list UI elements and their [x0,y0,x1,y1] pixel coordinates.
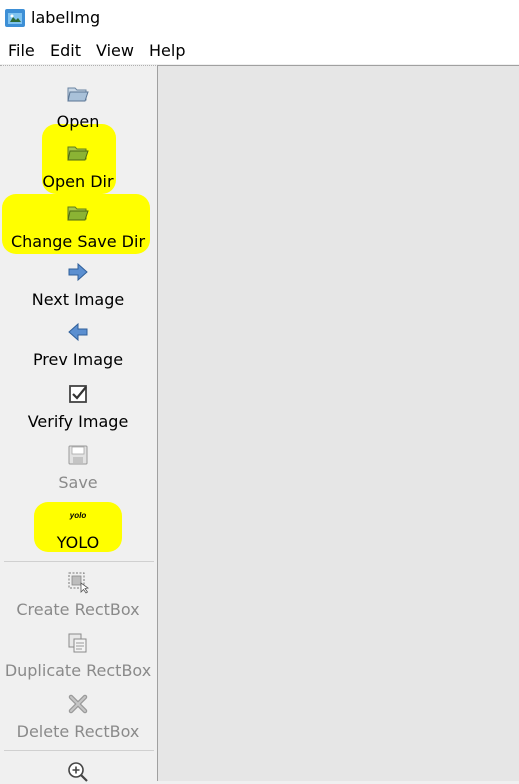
folder-icon [67,146,89,161]
zoom-in-button[interactable] [0,756,156,782]
verify-image-button[interactable]: Verify Image [0,378,156,436]
menu-edit[interactable]: Edit [50,41,81,60]
title-bar: labelImg [0,0,519,36]
image-canvas[interactable] [157,65,519,781]
app-icon [5,9,25,27]
delete-rectbox-label: Delete RectBox [16,722,140,741]
create-rectbox-button[interactable]: Create RectBox [0,566,156,624]
menu-bar: File Edit View Help [0,36,519,64]
prev-image-button[interactable]: Prev Image [0,316,156,374]
duplicate-rectbox-label: Duplicate RectBox [4,661,152,680]
change-save-dir-button[interactable]: Change Save Dir [0,196,156,254]
folder-open-icon [67,87,89,102]
checkbox-icon [69,385,87,403]
format-label: YOLO [56,533,100,552]
toolbar-separator [4,561,154,562]
save-button[interactable]: Save [0,439,156,497]
floppy-disk-icon [68,445,88,465]
yolo-icon-text: yolo [69,511,87,520]
arrow-left-icon [68,322,88,342]
yolo-format-icon: yolo [69,511,87,520]
verify-image-label: Verify Image [27,412,129,431]
folder-icon [67,206,89,221]
next-image-button[interactable]: Next Image [0,256,156,314]
save-label: Save [58,473,98,492]
menu-file[interactable]: File [8,41,35,60]
change-save-dir-label: Change Save Dir [10,232,146,251]
open-button[interactable]: Open [0,76,156,134]
zoom-in-icon [68,762,88,782]
next-image-label: Next Image [31,290,125,309]
duplicate-icon [68,633,87,653]
create-rectbox-label: Create RectBox [16,600,140,619]
arrow-right-icon [68,262,88,282]
delete-x-icon [68,694,88,714]
menu-help[interactable]: Help [149,41,185,60]
menu-view[interactable]: View [96,41,134,60]
open-label: Open [56,112,100,131]
toolbar: Open Open Dir Change Save Dir Next Image… [0,65,156,782]
prev-image-label: Prev Image [32,350,124,369]
window-title: labelImg [31,8,101,27]
rectbox-icon [68,572,90,594]
duplicate-rectbox-button[interactable]: Duplicate RectBox [0,627,156,685]
delete-rectbox-button[interactable]: Delete RectBox [0,688,156,746]
toolbar-separator [4,750,154,751]
open-dir-label: Open Dir [42,172,114,191]
format-toggle-button[interactable]: yolo YOLO [0,499,156,557]
open-dir-button[interactable]: Open Dir [0,136,156,194]
